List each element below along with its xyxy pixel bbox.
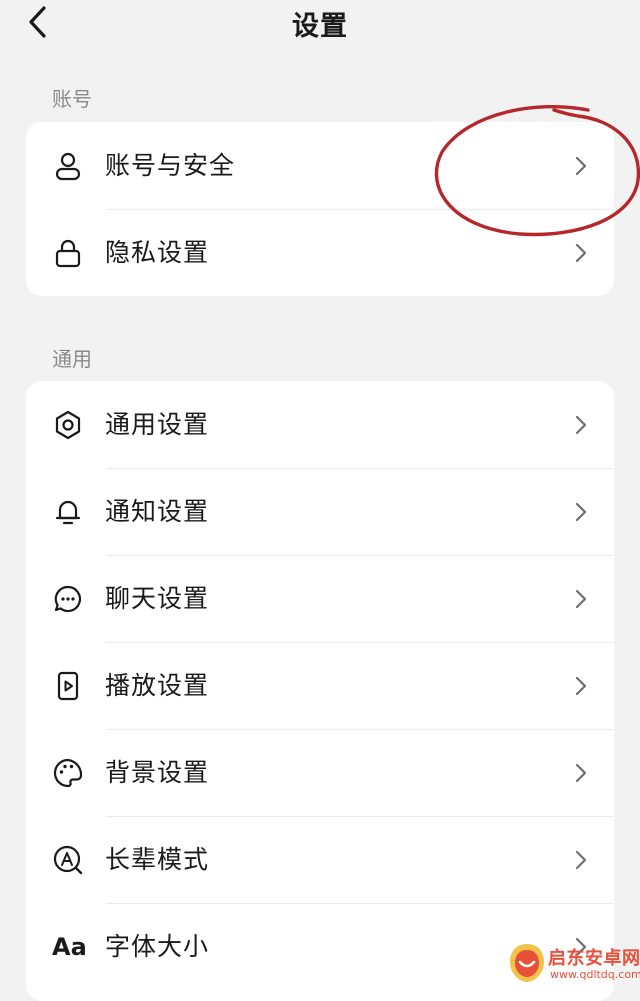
settings-row-account-security[interactable]: 账号与安全 [26, 122, 614, 209]
row-label: 聊天设置 [105, 584, 210, 613]
account-card: 账号与安全 隐私设置 [26, 122, 614, 296]
gear-icon [52, 409, 84, 441]
row-label: 隐私设置 [105, 238, 210, 267]
row-label: 通知设置 [105, 497, 210, 526]
chat-bubble-icon [52, 583, 84, 615]
settings-row-font-size[interactable]: Aa 字体大小 [26, 903, 614, 990]
chevron-right-icon [574, 849, 588, 871]
section-label-account: 账号 [52, 87, 92, 111]
chevron-right-icon [574, 414, 588, 436]
settings-row-privacy[interactable]: 隐私设置 [26, 209, 614, 296]
chevron-right-icon [574, 155, 588, 177]
chevron-right-icon [574, 501, 588, 523]
chevron-right-icon [574, 762, 588, 784]
chevron-right-icon [574, 242, 588, 264]
lock-icon [52, 237, 84, 269]
row-label: 长辈模式 [105, 845, 210, 874]
general-card: 通用设置 通知设置 聊天设置 播放设置 背景设置 长辈模式 Aa 字体大小 [26, 381, 614, 1001]
user-icon [52, 150, 84, 182]
row-label: 账号与安全 [105, 151, 236, 180]
chevron-right-icon [574, 588, 588, 610]
row-label: 背景设置 [105, 758, 210, 787]
section-label-general: 通用 [52, 347, 92, 371]
chevron-right-icon [574, 675, 588, 697]
settings-row-elder-mode[interactable]: 长辈模式 [26, 816, 614, 903]
bell-icon [52, 496, 84, 528]
row-label: 字体大小 [105, 932, 210, 961]
chevron-right-icon [574, 936, 588, 958]
header: 设置 [0, 0, 640, 44]
settings-row-background[interactable]: 背景设置 [26, 729, 614, 816]
page-title: 设置 [292, 11, 348, 42]
settings-row-general[interactable]: 通用设置 [26, 381, 614, 468]
font-size-icon: Aa [52, 933, 87, 961]
settings-row-playback[interactable]: 播放设置 [26, 642, 614, 729]
elder-mode-icon [52, 844, 84, 876]
settings-row-notification[interactable]: 通知设置 [26, 468, 614, 555]
row-label: 播放设置 [105, 671, 210, 700]
palette-icon [52, 757, 84, 789]
settings-row-chat[interactable]: 聊天设置 [26, 555, 614, 642]
play-icon [52, 670, 84, 702]
row-label: 通用设置 [105, 410, 210, 439]
